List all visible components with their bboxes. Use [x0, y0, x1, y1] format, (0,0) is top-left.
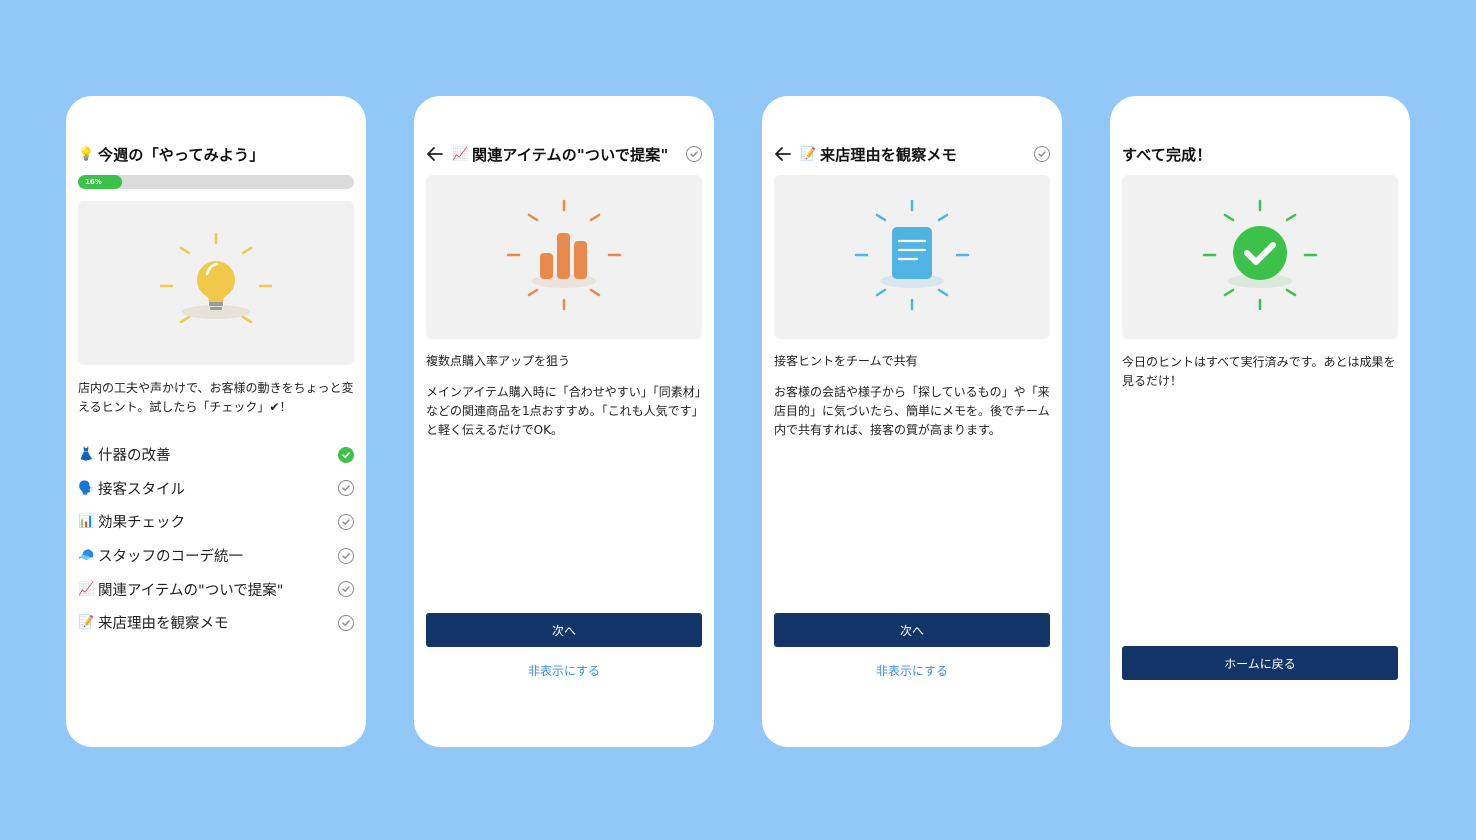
- list-item-label: 接客スタイル: [98, 481, 185, 498]
- dress-emoji-icon: 👗: [78, 447, 95, 463]
- illustration-panel: [1122, 175, 1398, 339]
- related-item-suggestion-screen: 📈 関連アイテムの"ついで提案" 複数点購入率アップを狙う メインアイテム購入時…: [414, 96, 714, 747]
- check-circle-icon[interactable]: [1034, 146, 1050, 162]
- tip-list: 👗 什器の改善 🗣️ 接客スタイル 📊 効果チェック 🧢 スタッフのコーデ統一: [78, 438, 354, 640]
- page-title: 今週の「やってみよう」: [98, 145, 265, 164]
- check-badge-icon: [1202, 199, 1318, 311]
- illustration-panel: [774, 175, 1050, 339]
- list-item-label: スタッフのコーデ統一: [98, 549, 243, 566]
- list-item-label: 関連アイテムの"ついで提案": [98, 582, 284, 599]
- list-item-label: 什器の改善: [98, 448, 171, 465]
- arrow-left-icon[interactable]: [426, 145, 444, 163]
- all-complete-screen: すべて完成！ 今日のヒントはすべて実行済みです。あとは成果を見るだけ！ ホームに…: [1110, 96, 1410, 747]
- lightbulb-emoji-icon: 💡: [78, 146, 95, 162]
- progress-bar: 16%: [78, 175, 354, 189]
- check-circle-icon[interactable]: [338, 513, 354, 530]
- visit-reason-memo-screen: 📝 来店理由を観察メモ 接客ヒントをチームで共有 お客様の会話や様子から「探して…: [762, 96, 1062, 747]
- subheading: 接客ヒントをチームで共有: [774, 354, 918, 368]
- illustration-panel: [426, 175, 702, 339]
- cap-emoji-icon: 🧢: [78, 548, 95, 564]
- memo-emoji-icon: 📝: [800, 146, 817, 162]
- list-item[interactable]: 📊 効果チェック: [78, 505, 354, 539]
- page-title: すべて完成！: [1122, 145, 1212, 164]
- body-text: メインアイテム購入時に「合わせやすい」「同素材」などの関連商品を1点おすすめ。「…: [426, 385, 701, 437]
- check-circle-icon[interactable]: [338, 614, 354, 631]
- hide-link[interactable]: 非表示にする: [774, 662, 1050, 679]
- check-circle-icon[interactable]: [338, 446, 354, 463]
- screen-header: すべて完成！: [1122, 142, 1398, 166]
- bar-chart-icon: [506, 199, 622, 311]
- list-item-label: 効果チェック: [98, 515, 185, 532]
- weekly-tips-screen: 💡 今週の「やってみよう」 16% 店内の工夫や声かけで、お客様の動きをちょっと…: [66, 96, 366, 747]
- list-item[interactable]: 👗 什器の改善: [78, 438, 354, 472]
- description: 店内の工夫や声かけで、お客様の動きをちょっと変えるヒント。試したら「チェック」✔…: [78, 381, 354, 414]
- next-button[interactable]: 次へ: [774, 613, 1050, 647]
- page-title: 来店理由を観察メモ: [820, 145, 957, 164]
- progress-label: 16%: [85, 178, 102, 186]
- list-item[interactable]: 📈 関連アイテムの"ついで提案": [78, 572, 354, 606]
- check-circle-icon[interactable]: [686, 146, 702, 162]
- body-text: お客様の会話や様子から「探しているもの」や「来店目的」に気づいたら、簡単にメモを…: [774, 385, 1050, 437]
- next-button[interactable]: 次へ: [426, 613, 702, 647]
- speaking-head-emoji-icon: 🗣️: [78, 480, 95, 496]
- bar-chart-emoji-icon: 📊: [78, 514, 95, 530]
- check-circle-icon[interactable]: [338, 547, 354, 564]
- subheading: 複数点購入率アップを狙う: [426, 354, 571, 368]
- check-circle-icon[interactable]: [338, 581, 354, 598]
- page-title: 関連アイテムの"ついで提案": [472, 145, 669, 164]
- screen-header: 📝 来店理由を観察メモ: [774, 142, 1050, 166]
- chart-up-emoji-icon: 📈: [452, 146, 469, 162]
- lightbulb-icon: [159, 232, 273, 324]
- body-text: 今日のヒントはすべて実行済みです。あとは成果を見るだけ！: [1122, 355, 1396, 388]
- screen-header: 📈 関連アイテムの"ついで提案": [426, 142, 702, 166]
- screen-header: 💡 今週の「やってみよう」: [78, 142, 354, 166]
- list-item[interactable]: 🧢 スタッフのコーデ統一: [78, 539, 354, 573]
- list-item[interactable]: 🗣️ 接客スタイル: [78, 472, 354, 506]
- illustration-panel: [78, 201, 354, 365]
- arrow-left-icon[interactable]: [774, 145, 792, 163]
- list-item-label: 来店理由を観察メモ: [98, 616, 229, 633]
- memo-document-icon: [854, 199, 970, 311]
- list-item[interactable]: 📝 来店理由を観察メモ: [78, 606, 354, 640]
- home-button[interactable]: ホームに戻る: [1122, 646, 1398, 680]
- hide-link[interactable]: 非表示にする: [426, 662, 702, 679]
- progress-fill: 16%: [78, 175, 123, 189]
- check-circle-icon[interactable]: [338, 480, 354, 497]
- memo-emoji-icon: 📝: [78, 615, 95, 631]
- chart-up-emoji-icon: 📈: [78, 581, 95, 597]
